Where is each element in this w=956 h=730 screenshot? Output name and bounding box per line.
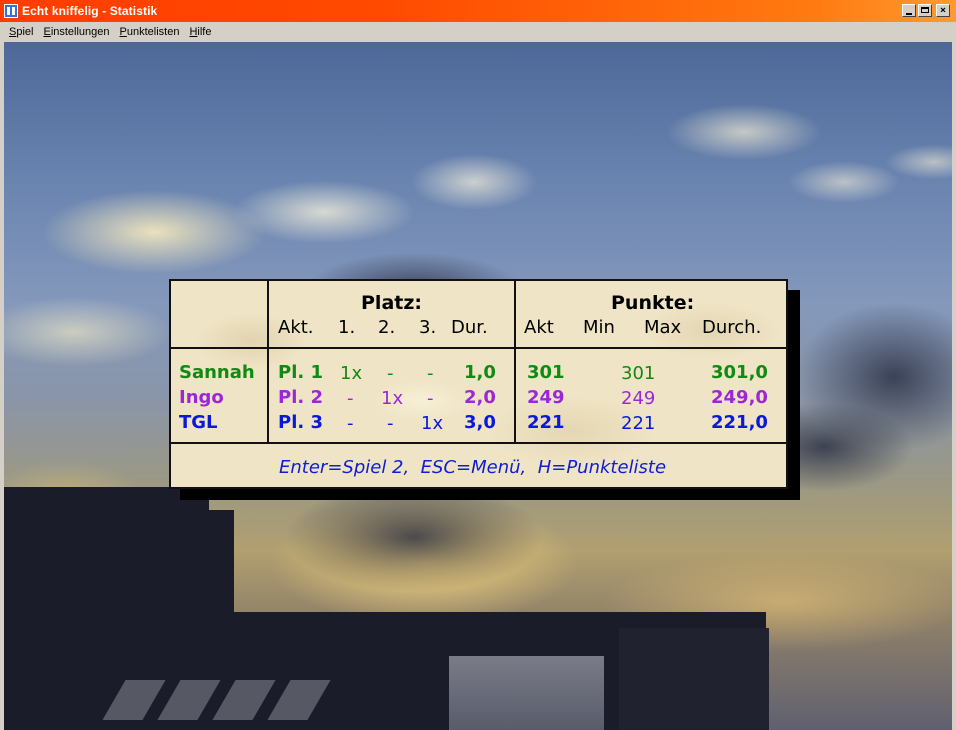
menu-punktelisten[interactable]: Punktelisten xyxy=(115,26,185,38)
second-place-count: - xyxy=(387,413,394,434)
third-place-count: - xyxy=(427,388,434,409)
menu-einstellungen[interactable]: Einstellungen xyxy=(38,26,114,38)
third-place-count: - xyxy=(427,363,434,384)
current-placement: Pl. 3 xyxy=(278,412,323,433)
column-header-min: Min xyxy=(583,317,615,338)
statistics-panel: Platz: Punkte: Akt. 1. 2. 3. Dur. Akt Mi… xyxy=(169,279,788,489)
app-window: Echt kniffelig - Statistik × Spiel Einst… xyxy=(0,0,956,730)
column-header-dur: Dur. xyxy=(451,317,488,338)
column-header-durch: Durch. xyxy=(702,317,762,338)
window-controls: × xyxy=(902,4,950,17)
current-points: 249 xyxy=(527,387,565,408)
close-button[interactable]: × xyxy=(936,4,950,17)
column-header-third: 3. xyxy=(419,317,437,338)
divider xyxy=(267,281,269,444)
second-place-count: - xyxy=(387,363,394,384)
menu-spiel[interactable]: Spiel xyxy=(0,26,38,38)
current-points: 301 xyxy=(527,362,565,383)
first-place-count: - xyxy=(347,413,354,434)
column-header-points-akt: Akt xyxy=(524,317,554,338)
average-points: 301,0 xyxy=(711,362,768,383)
third-place-count: 1x xyxy=(421,413,444,434)
column-header-akt: Akt. xyxy=(278,317,314,338)
keyboard-hint: Enter=Spiel 2, ESC=Menü, H=Punkteliste xyxy=(279,457,667,478)
current-placement: Pl. 1 xyxy=(278,362,323,383)
menu-hilfe[interactable]: Hilfe xyxy=(184,26,216,38)
minimize-button[interactable] xyxy=(902,4,916,17)
menu-bar: Spiel Einstellungen Punktelisten Hilfe xyxy=(0,22,956,41)
column-header-second: 2. xyxy=(378,317,396,338)
average-points: 249,0 xyxy=(711,387,768,408)
points-header: Punkte: xyxy=(611,292,695,314)
placement-header: Platz: xyxy=(361,292,422,314)
building-silhouette xyxy=(619,628,769,730)
column-header-max: Max xyxy=(644,317,682,338)
first-place-count: - xyxy=(347,388,354,409)
window-title: Echt kniffelig - Statistik xyxy=(22,4,158,18)
current-placement: Pl. 2 xyxy=(278,387,323,408)
divider xyxy=(171,347,786,349)
first-place-count: 1x xyxy=(340,363,363,384)
player-name: Ingo xyxy=(179,387,224,408)
divider xyxy=(171,442,786,444)
average-points: 221,0 xyxy=(711,412,768,433)
player-name: Sannah xyxy=(179,362,255,383)
maximize-button[interactable] xyxy=(918,4,932,17)
min-points: 221 xyxy=(621,413,656,434)
player-name: TGL xyxy=(179,412,218,433)
min-points: 301 xyxy=(621,363,656,384)
average-placement: 2,0 xyxy=(464,387,496,408)
second-place-count: 1x xyxy=(381,388,404,409)
building-sign xyxy=(449,656,604,730)
average-placement: 1,0 xyxy=(464,362,496,383)
title-bar[interactable]: Echt kniffelig - Statistik × xyxy=(0,0,956,22)
average-placement: 3,0 xyxy=(464,412,496,433)
divider xyxy=(514,281,516,444)
app-icon[interactable] xyxy=(4,4,18,18)
current-points: 221 xyxy=(527,412,565,433)
min-points: 249 xyxy=(621,388,656,409)
column-header-first: 1. xyxy=(338,317,356,338)
